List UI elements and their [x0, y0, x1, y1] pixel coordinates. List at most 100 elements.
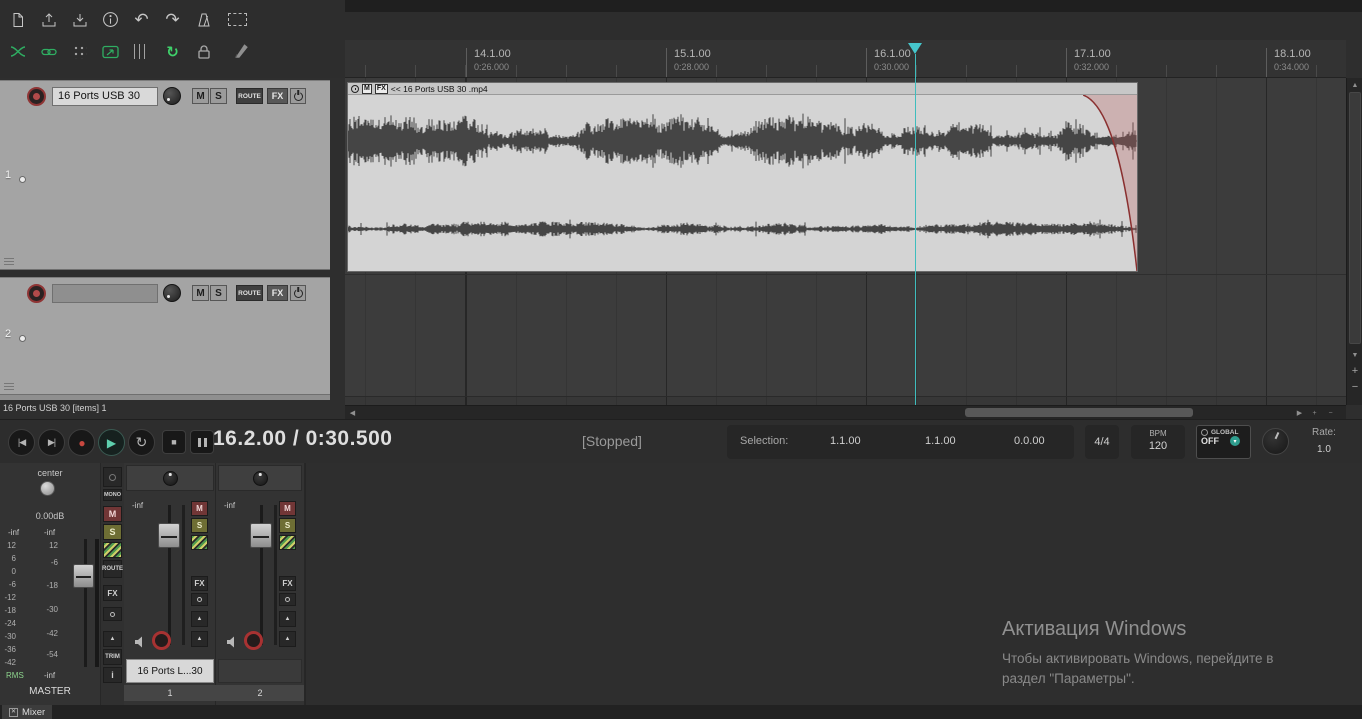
- transport-time-display[interactable]: 16.2.00 / 0:30.500: [213, 427, 392, 451]
- master-volume-readout[interactable]: 0.00dB: [0, 511, 100, 521]
- solo-button[interactable]: S: [210, 88, 227, 104]
- channel-name-field[interactable]: [218, 659, 302, 683]
- record-monitor-dot[interactable]: [19, 176, 26, 183]
- selection-panel[interactable]: Selection: 1.1.00 1.1.00 0.0.00: [727, 425, 1074, 459]
- channel-mute-button[interactable]: M: [279, 501, 296, 516]
- channel-pan-knob[interactable]: [162, 470, 178, 486]
- info-button[interactable]: i: [103, 667, 122, 683]
- channel-record-arm-button[interactable]: [152, 631, 171, 650]
- lock-icon[interactable]: [192, 40, 215, 63]
- stop-button[interactable]: ■: [162, 430, 186, 454]
- hzoom-out-icon[interactable]: −: [1323, 406, 1338, 420]
- show-sends-icon[interactable]: ▲: [279, 611, 296, 627]
- master-pan-knob[interactable]: [40, 481, 55, 496]
- track-name-field[interactable]: 16 Ports USB 30: [52, 87, 158, 106]
- master-pan-mode-knob[interactable]: [103, 467, 122, 487]
- solo-button[interactable]: S: [210, 285, 227, 301]
- mute-button[interactable]: M: [192, 88, 209, 104]
- mute-button[interactable]: M: [192, 285, 209, 301]
- channel-mute-button[interactable]: M: [191, 501, 208, 516]
- channel-solo-button[interactable]: S: [279, 518, 296, 533]
- master-mute-button[interactable]: M: [103, 506, 122, 522]
- record-monitor-dot[interactable]: [19, 335, 26, 342]
- undo-icon[interactable]: ↶: [130, 8, 153, 31]
- zoom-in-icon[interactable]: +: [1347, 364, 1362, 378]
- route-button[interactable]: ROUTE: [236, 88, 263, 104]
- master-name[interactable]: MASTER: [0, 686, 100, 697]
- fx-slot-icon[interactable]: [103, 607, 122, 621]
- project-info-icon[interactable]: [99, 8, 122, 31]
- fx-slot-icon[interactable]: [279, 593, 296, 606]
- receive-icon[interactable]: ▲: [279, 631, 296, 647]
- horizontal-scroll-thumb[interactable]: [965, 408, 1193, 417]
- new-project-icon[interactable]: [6, 8, 29, 31]
- selection-start[interactable]: 1.1.00: [830, 435, 861, 447]
- channel-fx-button[interactable]: FX: [191, 576, 208, 591]
- vertical-scroll-thumb[interactable]: [1349, 92, 1361, 344]
- scroll-down-icon[interactable]: ▼: [1347, 348, 1362, 362]
- trim-button[interactable]: TRIM: [103, 649, 122, 665]
- chevron-down-icon[interactable]: ▾: [1230, 436, 1240, 446]
- media-item-header[interactable]: M FX << 16 Ports USB 30 .mp4: [348, 83, 1137, 95]
- save-project-icon[interactable]: [68, 8, 91, 31]
- track-panel-1[interactable]: 16 Ports USB 30 M S ROUTE FX 1: [0, 80, 330, 270]
- record-button[interactable]: ●: [68, 429, 95, 456]
- envelope-icon[interactable]: [103, 542, 122, 558]
- monitor-speaker-icon[interactable]: [226, 635, 238, 653]
- time-signature[interactable]: 4/4: [1085, 425, 1119, 459]
- item-properties-icon[interactable]: [351, 84, 359, 93]
- master-fx-button[interactable]: FX: [103, 585, 122, 601]
- master-fader-handle[interactable]: [73, 564, 94, 588]
- pause-button[interactable]: [190, 430, 214, 454]
- channel-fader-handle[interactable]: [250, 523, 272, 548]
- fade-out-curve[interactable]: [1083, 95, 1137, 271]
- record-arm-button[interactable]: [27, 87, 46, 106]
- panel-resize-grip[interactable]: [4, 258, 14, 265]
- track-panel-2[interactable]: M S ROUTE FX 2: [0, 277, 330, 395]
- master-route-button[interactable]: ROUTE: [102, 560, 123, 578]
- metronome-icon[interactable]: [192, 8, 215, 31]
- open-project-icon[interactable]: [37, 8, 60, 31]
- grid-dots-icon[interactable]: [68, 40, 91, 63]
- envelope-tool-icon[interactable]: [99, 40, 122, 63]
- channel-pan-knob[interactable]: [252, 470, 268, 486]
- hzoom-in-icon[interactable]: +: [1307, 406, 1322, 420]
- goto-end-button[interactable]: ▶|: [38, 429, 65, 456]
- scroll-left-icon[interactable]: ◀: [345, 406, 360, 420]
- record-arm-button[interactable]: [27, 284, 46, 303]
- repeat-button[interactable]: ↻: [128, 429, 155, 456]
- track-name-field[interactable]: [52, 284, 158, 303]
- timeline-ruler[interactable]: 14.1.00 0:26.000 15.1.00 0:28.000 16.1.0…: [345, 40, 1346, 78]
- envelope-icon[interactable]: [279, 535, 296, 550]
- channel-gain-readout[interactable]: -inf: [224, 501, 235, 510]
- marquee-selection-icon[interactable]: [228, 13, 247, 26]
- master-solo-button[interactable]: S: [103, 524, 122, 540]
- track-volume-knob[interactable]: [163, 284, 181, 302]
- channel-fader-handle[interactable]: [158, 523, 180, 548]
- scroll-up-icon[interactable]: ▲: [1347, 78, 1362, 92]
- fx-button[interactable]: FX: [267, 88, 288, 104]
- rate-value[interactable]: 1.0: [1317, 444, 1331, 455]
- fx-bypass-button[interactable]: [290, 285, 306, 301]
- monitor-speaker-icon[interactable]: [134, 635, 146, 653]
- arrange-area[interactable]: M FX << 16 Ports USB 30 .mp4: [345, 78, 1346, 405]
- item-mute-button[interactable]: M: [362, 83, 372, 94]
- panel-resize-grip[interactable]: [4, 383, 14, 390]
- selection-end[interactable]: 1.1.00: [925, 435, 956, 447]
- zoom-out-icon[interactable]: −: [1347, 380, 1362, 394]
- tab-mixer[interactable]: ✕ Mixer: [2, 705, 53, 719]
- draw-pen-icon[interactable]: [232, 42, 250, 65]
- fx-slot-icon[interactable]: [191, 593, 208, 606]
- item-fx-button[interactable]: FX: [374, 83, 388, 94]
- fx-bypass-button[interactable]: [290, 88, 306, 104]
- selection-length[interactable]: 0.0.00: [1014, 435, 1045, 447]
- play-button[interactable]: ▶: [98, 429, 125, 456]
- goto-start-button[interactable]: |◀: [8, 429, 35, 456]
- bpm-panel[interactable]: BPM 120: [1131, 425, 1185, 459]
- bpm-value[interactable]: 120: [1131, 440, 1185, 452]
- media-item[interactable]: M FX << 16 Ports USB 30 .mp4: [347, 82, 1138, 272]
- show-sends-icon[interactable]: ▲: [191, 611, 208, 627]
- snap-grid-icon[interactable]: [130, 40, 153, 63]
- global-automation-button[interactable]: GLOBAL OFF ▾: [1196, 425, 1251, 459]
- channel-fx-button[interactable]: FX: [279, 576, 296, 591]
